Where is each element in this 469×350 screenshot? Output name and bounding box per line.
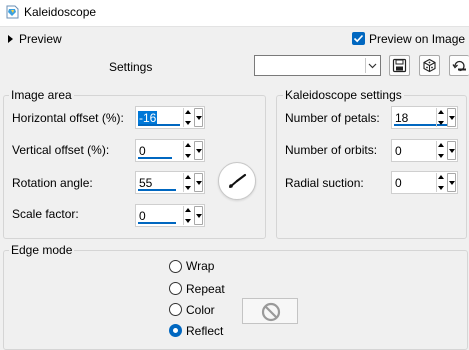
image-area-title: Image area bbox=[9, 88, 74, 102]
radial-suction-label: Radial suction: bbox=[285, 176, 364, 190]
horizontal-offset-spinner[interactable]: -16 bbox=[135, 106, 205, 129]
horizontal-offset-dropdown[interactable] bbox=[194, 108, 203, 127]
save-preset-button[interactable] bbox=[389, 55, 410, 76]
settings-dropdown[interactable] bbox=[254, 55, 381, 76]
edge-mode-color-radio[interactable] bbox=[169, 303, 182, 316]
save-icon bbox=[392, 58, 407, 73]
radial-suction-dropdown[interactable] bbox=[447, 173, 456, 192]
title-bar: Kaleidoscope bbox=[0, 0, 469, 27]
number-of-petals-arrows[interactable] bbox=[436, 108, 446, 127]
combo-separator bbox=[365, 58, 366, 73]
number-of-petals-dropdown[interactable] bbox=[447, 108, 456, 127]
reset-button[interactable] bbox=[449, 55, 469, 76]
checkmark-icon bbox=[353, 34, 364, 43]
radial-suction-spinner[interactable]: 0 bbox=[391, 171, 458, 194]
preview-toggle[interactable]: Preview bbox=[19, 32, 62, 46]
radial-suction-value[interactable]: 0 bbox=[394, 176, 403, 190]
vertical-offset-spinner[interactable]: 0 bbox=[135, 139, 205, 162]
rotation-dial-icon bbox=[229, 173, 247, 188]
number-of-orbits-value[interactable]: 0 bbox=[394, 144, 403, 158]
scale-factor-label: Scale factor: bbox=[12, 207, 79, 221]
number-of-petals-spinner[interactable]: 18 bbox=[391, 106, 458, 129]
vertical-offset-dropdown[interactable] bbox=[194, 141, 203, 160]
scale-factor-underline bbox=[138, 222, 176, 224]
scale-factor-spinner[interactable]: 0 bbox=[135, 204, 205, 227]
rotation-angle-spinner[interactable]: 55 bbox=[135, 171, 205, 194]
edge-mode-wrap-radio[interactable] bbox=[169, 260, 182, 273]
number-of-orbits-spinner[interactable]: 0 bbox=[391, 139, 458, 162]
no-color-icon bbox=[261, 302, 281, 322]
edge-mode-title: Edge mode bbox=[9, 243, 75, 257]
horizontal-offset-label: Horizontal offset (%): bbox=[12, 111, 124, 125]
settings-label: Settings bbox=[109, 60, 153, 74]
edge-mode-wrap-label[interactable]: Wrap bbox=[186, 259, 214, 273]
preview-on-image-checkbox[interactable] bbox=[352, 32, 365, 45]
chevron-down-icon bbox=[368, 63, 377, 69]
edge-mode-reflect-radio[interactable] bbox=[169, 324, 182, 337]
number-of-petals-value[interactable]: 18 bbox=[394, 111, 409, 125]
cube-icon bbox=[423, 58, 436, 73]
edge-color-swatch[interactable] bbox=[242, 298, 298, 324]
kaleidoscope-settings-title: Kaleidoscope settings bbox=[283, 88, 404, 102]
number-of-petals-label: Number of petals: bbox=[285, 111, 380, 125]
preview-on-image-label[interactable]: Preview on Image bbox=[369, 32, 465, 46]
edge-mode-reflect-label[interactable]: Reflect bbox=[186, 324, 223, 338]
edge-mode-group bbox=[3, 250, 468, 350]
rotation-angle-label: Rotation angle: bbox=[12, 176, 93, 190]
scale-factor-value[interactable]: 0 bbox=[138, 209, 147, 223]
edge-mode-repeat-label[interactable]: Repeat bbox=[186, 282, 225, 296]
vertical-offset-value[interactable]: 0 bbox=[138, 144, 147, 158]
rotation-angle-arrows[interactable] bbox=[183, 173, 193, 192]
horizontal-offset-value[interactable]: -16 bbox=[138, 111, 158, 125]
number-of-orbits-label: Number of orbits: bbox=[285, 143, 378, 157]
rotation-dial[interactable] bbox=[218, 162, 256, 200]
kaleidoscope-app-icon bbox=[6, 5, 19, 19]
edge-mode-repeat-radio[interactable] bbox=[169, 282, 182, 295]
randomize-button[interactable] bbox=[419, 55, 440, 76]
scale-factor-dropdown[interactable] bbox=[194, 206, 203, 225]
rotation-angle-dropdown[interactable] bbox=[194, 173, 203, 192]
vertical-offset-arrows[interactable] bbox=[183, 141, 193, 160]
reset-icon bbox=[452, 60, 466, 72]
vertical-offset-label: Vertical offset (%): bbox=[12, 143, 110, 157]
radial-suction-arrows[interactable] bbox=[436, 173, 446, 192]
scale-factor-arrows[interactable] bbox=[183, 206, 193, 225]
rotation-angle-value[interactable]: 55 bbox=[138, 176, 153, 190]
number-of-orbits-arrows[interactable] bbox=[436, 141, 446, 160]
edge-mode-color-label[interactable]: Color bbox=[186, 303, 215, 317]
window-title: Kaleidoscope bbox=[24, 5, 97, 19]
expand-arrow-icon[interactable] bbox=[8, 35, 13, 43]
rotation-angle-underline bbox=[138, 189, 176, 191]
vertical-offset-underline bbox=[138, 157, 172, 159]
number-of-orbits-dropdown[interactable] bbox=[447, 141, 456, 160]
horizontal-offset-underline bbox=[138, 124, 180, 126]
horizontal-offset-arrows[interactable] bbox=[183, 108, 193, 127]
